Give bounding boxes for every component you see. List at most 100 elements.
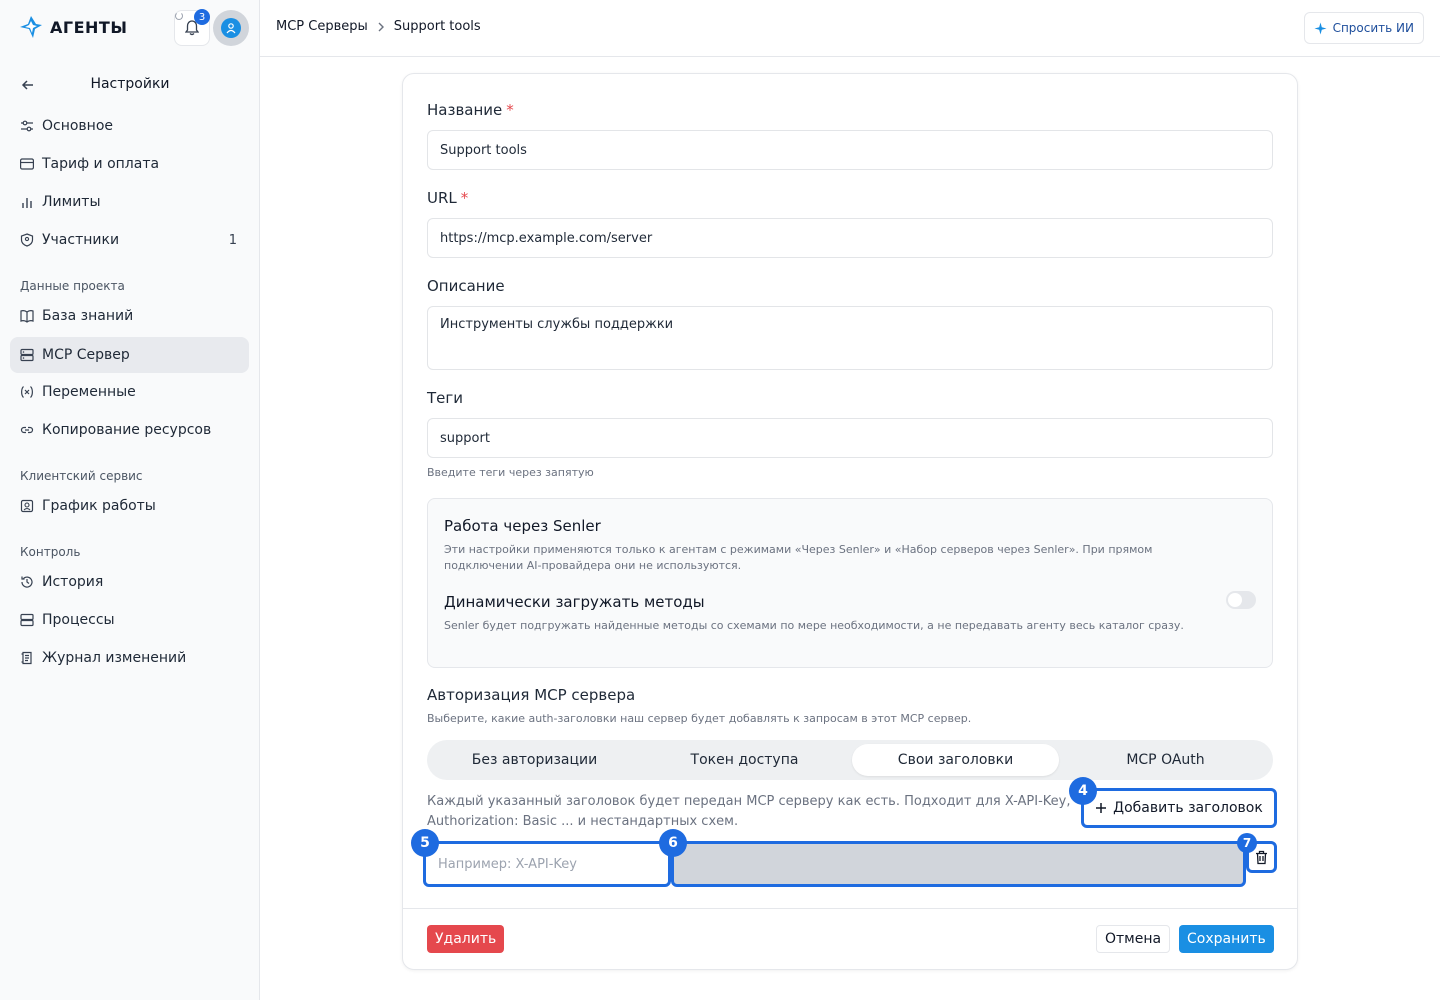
tab-custom-headers[interactable]: Свои заголовки	[852, 744, 1059, 776]
notification-badge: 3	[194, 9, 210, 25]
sidebar-item-history[interactable]: История	[10, 564, 249, 600]
tab-access-token[interactable]: Токен доступа	[641, 744, 848, 776]
sidebar-item-general[interactable]: Основное	[10, 108, 249, 144]
marker-4: 4	[1069, 777, 1097, 805]
add-header-button[interactable]: Добавить заголовок	[1081, 788, 1277, 828]
loading-indicator	[175, 12, 183, 20]
sidebar-item-variables[interactable]: Переменные	[10, 374, 249, 410]
sidebar-item-changelog[interactable]: Журнал изменений	[10, 640, 249, 676]
form-footer: Удалить Отмена Сохранить	[403, 908, 1297, 970]
sidebar-item-mcp-server[interactable]: MCP Сервер	[10, 337, 249, 373]
sidebar-item-label: Тариф и оплата	[42, 156, 160, 172]
ask-ai-label: Спросить ИИ	[1332, 21, 1414, 35]
section-label-project: Данные проекта	[20, 279, 125, 293]
url-label: URL *	[427, 189, 469, 207]
trash-icon	[1256, 850, 1267, 864]
shield-user-icon	[20, 233, 34, 247]
required-mark: *	[506, 101, 514, 119]
brand[interactable]: АГЕНТЫ	[18, 14, 127, 40]
tab-mcp-oauth[interactable]: MCP OAuth	[1062, 744, 1269, 776]
sidebar-item-billing[interactable]: Тариф и оплата	[10, 146, 249, 182]
tags-label: Теги	[427, 389, 464, 407]
server-icon	[20, 613, 34, 627]
sidebar-item-label: Копирование ресурсов	[42, 422, 212, 438]
save-button[interactable]: Сохранить	[1179, 925, 1274, 953]
description-label: Описание	[427, 277, 505, 295]
sidebar-item-schedule[interactable]: График работы	[10, 488, 249, 524]
header-name-input[interactable]: Например: X-API-Key	[423, 841, 671, 887]
logo-icon	[20, 16, 42, 38]
section-label-client: Клиентский сервис	[20, 469, 143, 483]
sidebar-item-label: База знаний	[42, 308, 134, 324]
sidebar-item-label: График работы	[42, 498, 156, 514]
server-icon	[20, 348, 34, 362]
sidebar-item-label: Участники	[42, 232, 120, 248]
sidebar-item-label: Основное	[42, 118, 114, 134]
auth-mode-selector: Без авторизации Токен доступа Свои загол…	[427, 740, 1273, 780]
plus-icon	[1096, 803, 1107, 813]
description-textarea[interactable]: Инструменты службы поддержки	[427, 306, 1273, 370]
chevron-right-icon	[378, 22, 384, 31]
bar-chart-icon	[20, 195, 34, 209]
sidebar-item-knowledge-base[interactable]: База знаний	[10, 298, 249, 334]
user-icon	[221, 18, 241, 38]
auth-title: Авторизация MCP сервера	[427, 686, 636, 704]
sidebar-item-limits[interactable]: Лимиты	[10, 184, 249, 220]
mcp-server-form: Название * Support tools URL * https://mcp…	[402, 73, 1298, 970]
log-icon	[20, 651, 34, 665]
avatar[interactable]	[213, 10, 249, 46]
sidebar-item-label: Лимиты	[42, 194, 101, 210]
senler-title: Работа через Senler	[444, 517, 601, 535]
card-icon	[20, 157, 34, 171]
breadcrumb: MCP Серверы Support tools	[276, 19, 481, 34]
dynamic-methods-title: Динамически загружать методы	[444, 593, 705, 611]
cancel-button[interactable]: Отмена	[1096, 925, 1171, 953]
schedule-icon	[20, 499, 34, 513]
variable-icon	[20, 385, 34, 399]
url-input[interactable]: https://mcp.example.com/server	[427, 218, 1273, 258]
name-input[interactable]: Support tools	[427, 130, 1273, 170]
toggle-knob	[1228, 593, 1242, 607]
ask-ai-button[interactable]: Спросить ИИ	[1303, 12, 1424, 44]
headers-description: Каждый указанный заголовок будет передан…	[427, 794, 1071, 829]
book-icon	[20, 309, 34, 323]
sidebar-item-processes[interactable]: Процессы	[10, 602, 249, 638]
dynamic-methods-toggle[interactable]	[1226, 591, 1256, 609]
header-value-input[interactable]	[671, 841, 1246, 887]
senler-description: Эти настройки применяются только к агент…	[444, 543, 1153, 572]
topbar: MCP Серверы Support tools Спросить ИИ	[260, 0, 1440, 57]
auth-subtitle: Выберите, какие auth-заголовки наш серве…	[427, 712, 972, 725]
settings-title: Настройки	[90, 76, 170, 92]
sidebar-item-label: Переменные	[42, 384, 136, 400]
tags-hint: Введите теги через запятую	[427, 466, 594, 479]
sparkle-icon	[1314, 22, 1327, 34]
members-count: 1	[228, 232, 237, 248]
sidebar-item-label: Процессы	[42, 612, 115, 628]
tab-no-auth[interactable]: Без авторизации	[431, 744, 638, 776]
marker-7: 7	[1237, 833, 1257, 853]
breadcrumb-current: Support tools	[393, 19, 481, 34]
name-label: Название *	[427, 101, 514, 119]
brand-name: АГЕНТЫ	[50, 17, 128, 37]
sidebar: АГЕНТЫ 3 Настройки Основное Тариф и опла…	[0, 0, 260, 1000]
sliders-icon	[20, 119, 34, 133]
tags-input[interactable]: support	[427, 418, 1273, 458]
required-mark: *	[460, 189, 469, 207]
section-label-control: Контроль	[20, 545, 81, 559]
senler-settings: Работа через Senler Эти настройки примен…	[427, 498, 1273, 668]
sidebar-item-label: Журнал изменений	[42, 650, 187, 666]
history-icon	[20, 575, 34, 589]
sidebar-item-copy-resources[interactable]: Копирование ресурсов	[10, 412, 249, 448]
delete-button[interactable]: Удалить	[427, 925, 505, 953]
link-icon	[20, 423, 34, 437]
sidebar-item-label: История	[42, 574, 104, 590]
main-content: Название * Support tools URL * https://mcp…	[260, 57, 1440, 1000]
sidebar-item-members[interactable]: Участники 1	[10, 222, 249, 258]
marker-5: 5	[411, 829, 439, 857]
sidebar-item-label: MCP Сервер	[42, 347, 130, 363]
marker-6: 6	[659, 829, 687, 857]
settings-header: Настройки	[0, 70, 260, 100]
add-header-label: Добавить заголовок	[1113, 800, 1263, 816]
dynamic-methods-description: Senler будет подгружать найденные методы…	[444, 619, 1184, 632]
breadcrumb-mcp-servers[interactable]: MCP Серверы	[276, 19, 368, 34]
